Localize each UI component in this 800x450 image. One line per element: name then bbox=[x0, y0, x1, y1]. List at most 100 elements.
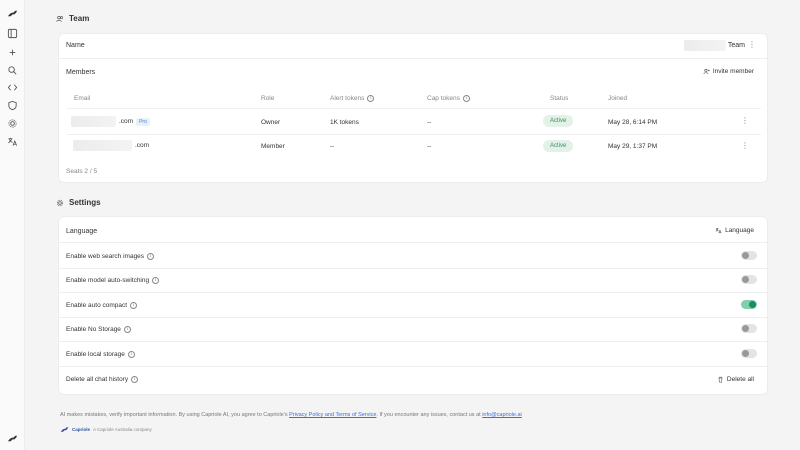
member-cap-tokens[interactable]: -- bbox=[427, 143, 431, 150]
team-section-title: Team bbox=[69, 14, 90, 23]
toggle-no-storage[interactable] bbox=[741, 324, 757, 333]
team-name-value-wrap[interactable]: Team bbox=[683, 40, 745, 51]
settings-gear-icon[interactable] bbox=[5, 116, 19, 130]
setting-label: Delete all chat history i bbox=[66, 376, 139, 383]
main-content: Team Name Team ⋮ Members Invite member E… bbox=[25, 0, 800, 450]
info-icon[interactable]: i bbox=[123, 326, 131, 333]
setting-row-auto-compact: Enable auto compact i bbox=[59, 294, 767, 318]
col-cap-tokens-label: Cap tokens bbox=[427, 95, 460, 102]
info-icon[interactable]: i bbox=[127, 351, 135, 358]
toggle-auto-compact[interactable] bbox=[741, 300, 757, 309]
table-row: .com Member -- -- Active May 29, 1:37 PM… bbox=[59, 134, 767, 159]
toggle-local-storage[interactable] bbox=[741, 349, 757, 358]
info-icon[interactable]: i bbox=[130, 302, 138, 309]
delete-all-button[interactable]: Delete all bbox=[717, 376, 754, 383]
info-icon[interactable]: i bbox=[367, 95, 375, 102]
language-row: Language Language bbox=[59, 219, 767, 243]
sidebar-toggle-icon[interactable] bbox=[5, 26, 19, 40]
gear-icon bbox=[56, 199, 64, 206]
team-name-menu-icon[interactable]: ⋮ bbox=[748, 41, 756, 49]
member-cap-tokens[interactable]: -- bbox=[427, 119, 431, 126]
info-icon[interactable]: i bbox=[147, 253, 155, 260]
translate-icon bbox=[715, 228, 722, 234]
setting-label: Enable auto compact i bbox=[66, 302, 138, 309]
status-badge: Active bbox=[543, 115, 574, 127]
invite-member-button[interactable]: Invite member bbox=[703, 68, 754, 75]
setting-label-text: Delete all chat history bbox=[66, 376, 129, 383]
team-name-row: Name Team ⋮ bbox=[59, 34, 767, 59]
table-row: .com Pro Owner 1K tokens -- Active May 2… bbox=[59, 109, 767, 134]
setting-label: Enable No Storage i bbox=[66, 326, 131, 333]
toggle-knob bbox=[749, 301, 756, 308]
language-button-label: Language bbox=[725, 227, 754, 234]
footer-text-before: AI makes mistakes, verify important info… bbox=[60, 412, 290, 418]
invite-member-label: Invite member bbox=[712, 68, 754, 75]
code-icon[interactable] bbox=[5, 80, 19, 94]
col-status: Status bbox=[550, 95, 569, 102]
col-role: Role bbox=[261, 95, 275, 102]
settings-section-title: Settings bbox=[69, 198, 101, 207]
left-sidebar bbox=[0, 0, 25, 450]
toggle-model-auto-switching[interactable] bbox=[741, 275, 757, 284]
member-alert-tokens[interactable]: 1K tokens bbox=[330, 119, 359, 126]
privacy-terms-link[interactable]: Privacy Policy and Terms of Service bbox=[289, 412, 376, 418]
setting-label: Enable local storage i bbox=[66, 351, 135, 358]
info-icon[interactable]: i bbox=[462, 95, 470, 102]
setting-label: Enable model auto-switching i bbox=[66, 277, 160, 284]
member-alert-tokens[interactable]: -- bbox=[330, 143, 334, 150]
team-name-value: Team bbox=[727, 42, 745, 49]
setting-label-text: Enable model auto-switching bbox=[66, 277, 150, 284]
col-alert-tokens: Alert tokens i bbox=[330, 95, 375, 102]
info-icon[interactable]: i bbox=[152, 277, 160, 284]
logo-horse-icon[interactable] bbox=[5, 6, 19, 20]
member-joined: May 28, 6:14 PM bbox=[608, 119, 658, 126]
team-name-redacted bbox=[683, 40, 726, 51]
col-joined: Joined bbox=[608, 95, 628, 102]
team-card: Name Team ⋮ Members Invite member Email … bbox=[58, 33, 768, 183]
footer-disclaimer: AI makes mistakes, verify important info… bbox=[60, 412, 522, 418]
toggle-knob bbox=[742, 276, 749, 283]
member-email: .com bbox=[73, 140, 149, 151]
setting-label: Enable web search images i bbox=[66, 253, 155, 260]
member-menu-icon[interactable]: ⋮ bbox=[741, 142, 749, 150]
team-section-header: Team bbox=[56, 14, 89, 23]
info-icon[interactable]: i bbox=[131, 376, 139, 383]
email-redacted bbox=[71, 116, 116, 127]
member-joined: May 29, 1:37 PM bbox=[608, 143, 658, 150]
member-role: Member bbox=[261, 143, 285, 150]
language-label: Language bbox=[66, 228, 98, 235]
setting-row-model-auto-switching: Enable model auto-switching i bbox=[59, 269, 767, 293]
member-role: Owner bbox=[261, 119, 281, 126]
footer-brand: Capriole A Capriole Australia company bbox=[60, 425, 152, 434]
setting-row-local-storage: Enable local storage i bbox=[59, 343, 767, 367]
seats-count: Seats 2 / 5 bbox=[66, 168, 98, 175]
shield-icon[interactable] bbox=[5, 98, 19, 112]
setting-row-web-search-images: Enable web search images i bbox=[59, 245, 767, 269]
member-email: .com Pro bbox=[71, 116, 150, 127]
plan-badge: Pro bbox=[136, 117, 150, 126]
language-button[interactable]: Language bbox=[715, 227, 754, 234]
brand-horse-icon bbox=[60, 427, 69, 432]
setting-label-text: Enable auto compact bbox=[66, 302, 128, 309]
members-label: Members bbox=[66, 69, 96, 76]
toggle-knob bbox=[742, 325, 749, 332]
brand-name: Capriole bbox=[72, 427, 91, 432]
trash-icon bbox=[718, 376, 723, 383]
translate-icon[interactable] bbox=[5, 134, 19, 148]
toggle-knob bbox=[742, 350, 749, 357]
status-badge: Active bbox=[543, 140, 574, 152]
settings-card: Language Language Enable web search imag… bbox=[58, 216, 768, 395]
search-icon[interactable] bbox=[5, 63, 19, 77]
email-redacted bbox=[73, 140, 132, 151]
member-menu-icon[interactable]: ⋮ bbox=[741, 117, 749, 125]
user-avatar-horse-icon[interactable] bbox=[5, 431, 19, 445]
contact-email-link[interactable]: info@capriole.ai bbox=[482, 412, 522, 418]
settings-section-header: Settings bbox=[56, 198, 101, 207]
col-email: Email bbox=[74, 95, 91, 102]
brand-tagline: A Capriole Australia company bbox=[93, 427, 152, 432]
new-chat-plus-icon[interactable] bbox=[5, 45, 19, 59]
setting-label-text: Enable local storage bbox=[66, 351, 125, 358]
users-icon bbox=[56, 15, 64, 22]
toggle-web-search-images[interactable] bbox=[741, 251, 757, 260]
user-plus-icon bbox=[703, 68, 710, 74]
